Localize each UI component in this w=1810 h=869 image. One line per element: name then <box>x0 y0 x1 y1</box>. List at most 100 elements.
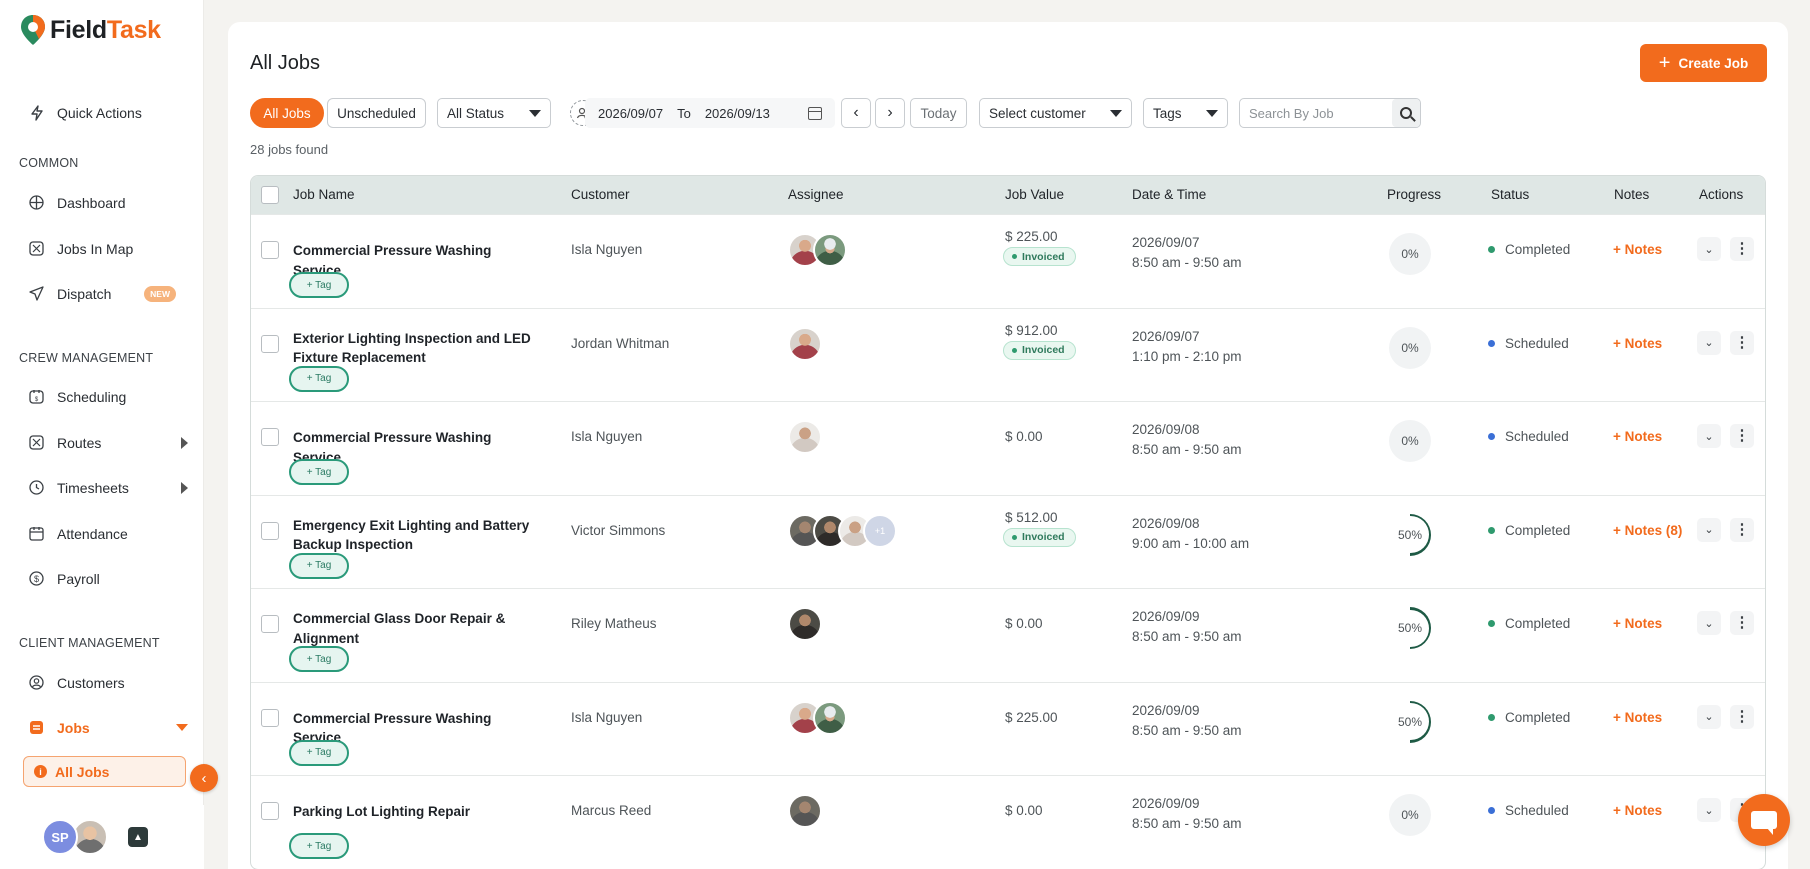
header-status[interactable]: Status <box>1491 187 1529 202</box>
job-value: $ 0.00 <box>1005 803 1043 818</box>
sidebar-item-customers[interactable]: Customers <box>28 674 188 691</box>
payroll-icon: $ <box>28 570 45 587</box>
schedule-icon: $ <box>28 388 45 405</box>
assignee-group[interactable] <box>788 607 822 641</box>
job-name[interactable]: Parking Lot Lighting Repair <box>293 802 538 822</box>
job-name[interactable]: Emergency Exit Lighting and Battery Back… <box>293 516 538 555</box>
create-job-button[interactable]: + Create Job <box>1640 44 1767 82</box>
header-job-name[interactable]: Job Name <box>293 187 355 202</box>
fieldtask-logo-icon <box>21 15 45 45</box>
sidebar-item-jobs[interactable]: Jobs <box>28 719 188 736</box>
sidebar-item-attendance[interactable]: Attendance <box>28 525 188 542</box>
chevron-up-icon[interactable]: ▲ <box>128 827 148 847</box>
avatar <box>788 420 822 454</box>
table-row[interactable]: Commercial Pressure Washing Service + Ta… <box>251 214 1765 308</box>
header-progress[interactable]: Progress <box>1387 187 1441 202</box>
expand-row-button[interactable]: ⌄ <box>1697 237 1721 261</box>
expand-row-button[interactable]: ⌄ <box>1697 798 1721 822</box>
add-tag-button[interactable]: + Tag <box>289 833 349 859</box>
add-tag-button[interactable]: + Tag <box>289 552 349 579</box>
row-menu-button[interactable]: ⋮ <box>1730 517 1754 542</box>
add-tag-button[interactable]: + Tag <box>289 459 349 485</box>
search-input[interactable] <box>1240 105 1388 121</box>
header-job-value[interactable]: Job Value <box>1005 187 1064 202</box>
today-button[interactable]: Today <box>910 98 967 128</box>
chat-support-button[interactable] <box>1738 794 1790 846</box>
table-row[interactable]: Commercial Pressure Washing Service + Ta… <box>251 681 1765 776</box>
next-week-button[interactable]: › <box>875 98 905 128</box>
sidebar-item-timesheets[interactable]: Timesheets <box>28 479 188 496</box>
sidebar-item-dashboard[interactable]: Dashboard <box>28 194 188 211</box>
row-menu-button[interactable]: ⋮ <box>1730 237 1754 261</box>
header-date-time[interactable]: Date & Time <box>1132 187 1206 202</box>
sidebar-item-routes[interactable]: Routes <box>28 434 188 451</box>
tags-select[interactable]: Tags <box>1143 98 1228 128</box>
row-menu-button[interactable]: ⋮ <box>1730 424 1754 448</box>
table-row[interactable]: Emergency Exit Lighting and Battery Back… <box>251 494 1765 589</box>
row-checkbox[interactable] <box>261 334 279 353</box>
main-panel: All Jobs + Create Job All Jobs Unschedul… <box>228 22 1788 869</box>
add-notes-link[interactable]: + Notes <box>1613 429 1662 444</box>
customer-name: Isla Nguyen <box>571 429 643 444</box>
add-notes-link[interactable]: + Notes <box>1613 242 1662 257</box>
sidebar-item-jobs-in-map[interactable]: Jobs In Map <box>28 240 188 257</box>
job-name[interactable]: Exterior Lighting Inspection and LED Fix… <box>293 329 538 368</box>
assignee-group[interactable] <box>788 700 847 735</box>
row-checkbox[interactable] <box>261 428 279 446</box>
assignee-group[interactable] <box>788 326 822 361</box>
header-assignee[interactable]: Assignee <box>788 187 844 202</box>
date-range-picker[interactable]: 2026/09/07 To 2026/09/13 <box>585 98 835 128</box>
row-checkbox[interactable] <box>261 241 279 259</box>
expand-row-button[interactable]: ⌄ <box>1697 424 1721 448</box>
expand-row-button[interactable]: ⌄ <box>1697 611 1721 635</box>
row-menu-button[interactable]: ⋮ <box>1730 330 1754 355</box>
add-tag-button[interactable]: + Tag <box>289 365 349 392</box>
row-checkbox[interactable] <box>261 521 279 540</box>
table-row[interactable]: Parking Lot Lighting Repair + Tag Marcus… <box>251 775 1765 869</box>
row-checkbox[interactable] <box>261 708 279 727</box>
sidebar-subitem-all-jobs[interactable]: i All Jobs <box>23 756 186 787</box>
status-select[interactable]: All Status <box>437 98 551 128</box>
filter-all-jobs[interactable]: All Jobs <box>250 98 324 128</box>
filter-unscheduled[interactable]: Unscheduled <box>327 98 426 128</box>
search-button[interactable] <box>1392 99 1420 127</box>
row-checkbox[interactable] <box>261 615 279 633</box>
notes-link[interactable]: + Notes (8) <box>1613 523 1682 538</box>
add-notes-link[interactable]: + Notes <box>1613 710 1662 725</box>
chevron-down-icon: ⌄ <box>1704 243 1714 256</box>
expand-row-button[interactable]: ⌄ <box>1697 330 1721 355</box>
sidebar-item-payroll[interactable]: $ Payroll <box>28 570 188 587</box>
row-menu-button[interactable]: ⋮ <box>1730 611 1754 635</box>
chevron-down-icon: ⌄ <box>1704 524 1714 536</box>
assignee-group[interactable] <box>788 233 847 267</box>
sidebar-item-dispatch[interactable]: Dispatch NEW <box>28 285 188 302</box>
collapse-sidebar-button[interactable]: ‹ <box>190 764 218 792</box>
status-label: Completed <box>1505 242 1571 257</box>
add-tag-button[interactable]: + Tag <box>289 272 349 298</box>
job-name[interactable]: Commercial Glass Door Repair & Alignment <box>293 609 538 648</box>
customer-select[interactable]: Select customer <box>979 98 1132 128</box>
row-menu-button[interactable]: ⋮ <box>1730 704 1754 729</box>
add-tag-button[interactable]: + Tag <box>289 646 349 672</box>
row-checkbox[interactable] <box>261 802 279 820</box>
status-dot <box>1488 807 1495 814</box>
add-notes-link[interactable]: + Notes <box>1613 803 1662 818</box>
app-logo[interactable]: FieldTask <box>20 14 161 46</box>
header-customer[interactable]: Customer <box>571 187 630 202</box>
table-row[interactable]: Exterior Lighting Inspection and LED Fix… <box>251 307 1765 402</box>
assignee-group[interactable]: +1 <box>788 513 897 548</box>
avatar-initials[interactable]: SP <box>42 819 78 855</box>
add-tag-button[interactable]: + Tag <box>289 739 349 766</box>
expand-row-button[interactable]: ⌄ <box>1697 704 1721 729</box>
table-row[interactable]: Commercial Pressure Washing Service + Ta… <box>251 401 1765 495</box>
assignee-group[interactable] <box>788 420 822 454</box>
sidebar-item-scheduling[interactable]: $ Scheduling <box>28 388 188 405</box>
add-notes-link[interactable]: + Notes <box>1613 616 1662 631</box>
prev-week-button[interactable]: ‹ <box>841 98 871 128</box>
expand-row-button[interactable]: ⌄ <box>1697 517 1721 542</box>
add-notes-link[interactable]: + Notes <box>1613 336 1662 351</box>
select-all-checkbox[interactable] <box>261 186 279 204</box>
table-row[interactable]: Commercial Glass Door Repair & Alignment… <box>251 588 1765 682</box>
assignee-group[interactable] <box>788 794 822 828</box>
sidebar-item-quick-actions[interactable]: Quick Actions <box>28 104 188 121</box>
